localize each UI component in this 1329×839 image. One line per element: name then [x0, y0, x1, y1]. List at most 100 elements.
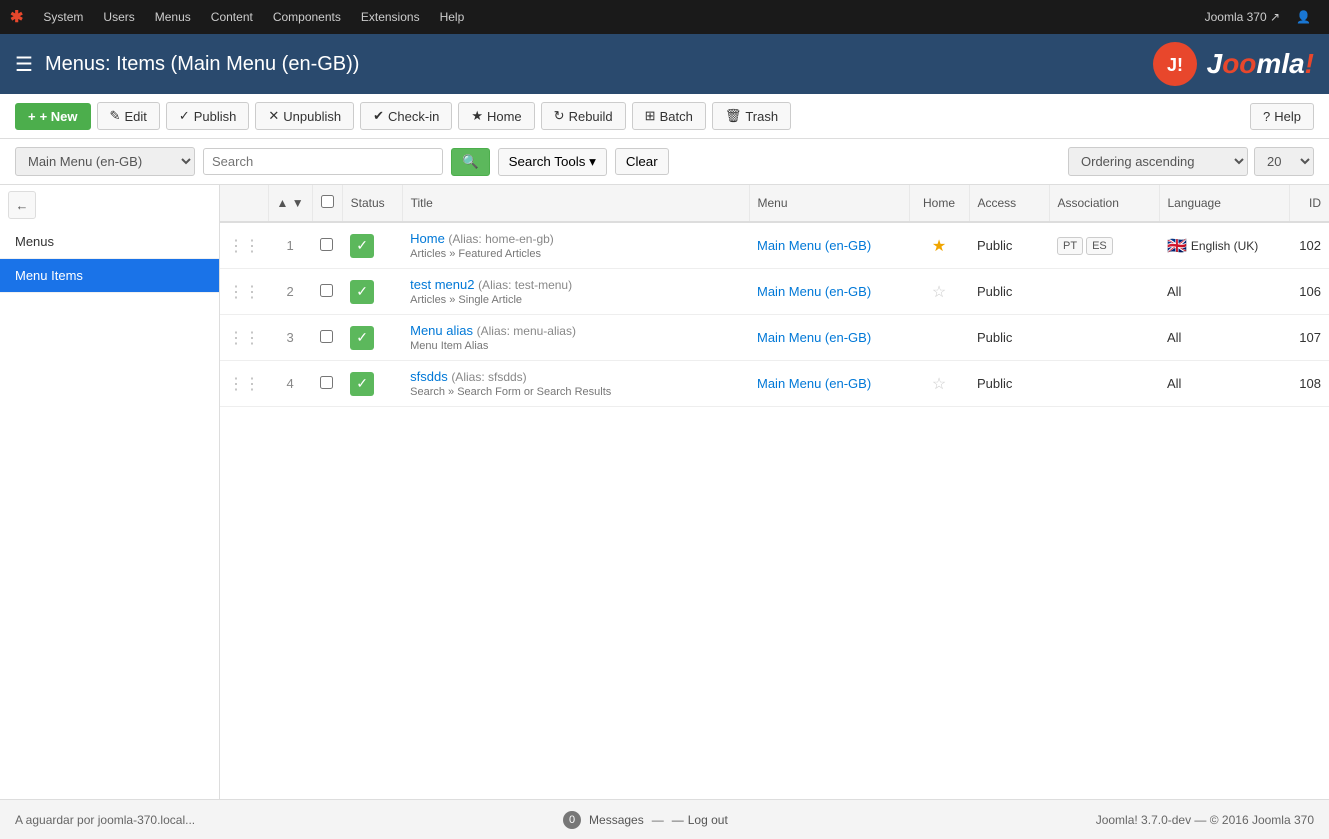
hamburger-menu[interactable]: ☰: [15, 52, 33, 77]
col-header-access[interactable]: Access: [969, 185, 1049, 222]
trash-button[interactable]: 🗑 Trash: [712, 102, 791, 130]
plus-icon: +: [28, 109, 36, 124]
home-star[interactable]: ☆: [932, 376, 946, 393]
new-button-label: + New: [40, 109, 78, 124]
home-star[interactable]: ☆: [932, 284, 946, 301]
filter-bar: Main Menu (en-GB) 🔍 Search Tools ▾ Clear…: [0, 139, 1329, 185]
search-input[interactable]: [203, 148, 443, 175]
language-display: All: [1167, 376, 1181, 391]
batch-button[interactable]: ⊞ Batch: [632, 102, 706, 130]
item-id: 107: [1299, 330, 1321, 345]
item-subtitle: Menu Item Alias: [410, 340, 741, 352]
order-select[interactable]: Ordering ascending Ordering descending T…: [1068, 147, 1248, 176]
nav-menus[interactable]: Menus: [147, 0, 199, 34]
unpublish-button[interactable]: ✕ Unpublish: [255, 102, 354, 130]
footer: A aguardar por joomla-370.local... 0 Mes…: [0, 799, 1329, 839]
row-checkbox[interactable]: [320, 238, 333, 251]
nav-system[interactable]: System: [35, 0, 91, 34]
publish-button[interactable]: ✓ Publish: [166, 102, 250, 130]
language-display: All: [1167, 284, 1181, 299]
menu-col-label: Menu: [758, 196, 788, 210]
search-button[interactable]: 🔍: [451, 148, 490, 176]
row-checkbox[interactable]: [320, 376, 333, 389]
col-header-status[interactable]: Status: [342, 185, 402, 222]
col-header-language[interactable]: Language: [1159, 185, 1289, 222]
status-indicator[interactable]: ✓: [350, 372, 374, 396]
col-header-sort[interactable]: ▲ ▼: [268, 185, 312, 222]
items-table: ▲ ▼ Status Title Menu: [220, 185, 1329, 407]
nav-components[interactable]: Components: [265, 0, 349, 34]
sort-down-icon: ▼: [292, 196, 304, 210]
checkin-icon: ✔: [373, 108, 384, 124]
joomla-brand-text: Joomla!: [1207, 48, 1314, 80]
access-col-label: Access: [978, 196, 1017, 210]
user-menu[interactable]: 👤: [1288, 0, 1319, 34]
drag-handle[interactable]: ⋮⋮: [228, 238, 260, 255]
drag-handle[interactable]: ⋮⋮: [228, 330, 260, 347]
search-icon: 🔍: [462, 154, 479, 169]
publish-label: Publish: [194, 109, 237, 124]
unpublish-icon: ✕: [268, 108, 279, 124]
col-header-title[interactable]: Title: [402, 185, 749, 222]
home-button[interactable]: ★ Home: [458, 102, 534, 130]
help-button[interactable]: ? Help: [1250, 103, 1314, 130]
row-checkbox[interactable]: [320, 284, 333, 297]
drag-handle[interactable]: ⋮⋮: [228, 376, 260, 393]
nav-extensions[interactable]: Extensions: [353, 0, 428, 34]
col-header-home: Home: [909, 185, 969, 222]
help-label: Help: [1274, 109, 1301, 124]
flag-icon: 🇬🇧: [1167, 236, 1187, 256]
logout-link[interactable]: — Log out: [672, 813, 728, 827]
col-header-check[interactable]: [312, 185, 342, 222]
language-display: All: [1167, 330, 1181, 345]
footer-right: Joomla! 3.7.0-dev — © 2016 Joomla 370: [1096, 813, 1314, 827]
item-title-link[interactable]: Menu alias (Alias: menu-alias): [410, 323, 576, 338]
nav-content[interactable]: Content: [203, 0, 261, 34]
col-header-id[interactable]: ID: [1289, 185, 1329, 222]
search-tools-button[interactable]: Search Tools ▾: [498, 148, 607, 176]
nav-users[interactable]: Users: [95, 0, 142, 34]
trash-label: Trash: [745, 109, 778, 124]
item-subtitle: Search » Search Form or Search Results: [410, 386, 741, 398]
status-indicator[interactable]: ✓: [350, 326, 374, 350]
messages-link[interactable]: Messages: [589, 813, 644, 827]
assoc-badge[interactable]: PT: [1057, 237, 1083, 255]
edit-button[interactable]: ✎ Edit: [97, 102, 160, 130]
table-body: ⋮⋮1✓ Home (Alias: home-en-gb) Articles »…: [220, 222, 1329, 407]
sort-order: 1: [286, 238, 293, 253]
menu-filter-select[interactable]: Main Menu (en-GB): [15, 147, 195, 176]
nav-help[interactable]: Help: [432, 0, 473, 34]
new-button[interactable]: + + New: [15, 103, 91, 130]
item-id: 106: [1299, 284, 1321, 299]
association-col-label: Association: [1058, 196, 1119, 210]
item-menu: Main Menu (en-GB): [757, 238, 871, 253]
sort-order: 4: [286, 376, 293, 391]
rebuild-button[interactable]: ↻ Rebuild: [541, 102, 626, 130]
col-header-menu[interactable]: Menu: [749, 185, 909, 222]
assoc-badge[interactable]: ES: [1086, 237, 1113, 255]
home-star-active[interactable]: ★: [932, 238, 946, 255]
clear-button[interactable]: Clear: [615, 148, 669, 175]
home-label: Home: [487, 109, 522, 124]
row-checkbox[interactable]: [320, 330, 333, 343]
perpage-select[interactable]: 5 10 15 20 25 50: [1254, 147, 1314, 176]
status-indicator[interactable]: ✓: [350, 234, 374, 258]
header-bar: ☰ Menus: Items (Main Menu (en-GB)) J! Jo…: [0, 34, 1329, 94]
assoc-badges: PTES: [1057, 237, 1151, 255]
back-button[interactable]: ←: [8, 191, 36, 219]
table-row: ⋮⋮1✓ Home (Alias: home-en-gb) Articles »…: [220, 222, 1329, 269]
sidebar-item-menu-items[interactable]: Menu Items: [0, 259, 219, 293]
drag-handle[interactable]: ⋮⋮: [228, 284, 260, 301]
col-header-association[interactable]: Association: [1049, 185, 1159, 222]
checkin-button[interactable]: ✔ Check-in: [360, 102, 452, 130]
back-icon: ←: [16, 198, 29, 213]
item-title-link[interactable]: Home (Alias: home-en-gb): [410, 231, 554, 246]
item-title-link[interactable]: test menu2 (Alias: test-menu): [410, 277, 572, 292]
item-id: 108: [1299, 376, 1321, 391]
batch-label: Batch: [660, 109, 693, 124]
select-all-checkbox[interactable]: [321, 195, 334, 208]
status-indicator[interactable]: ✓: [350, 280, 374, 304]
sort-order: 2: [286, 284, 293, 299]
sidebar-item-menus[interactable]: Menus: [0, 225, 219, 259]
item-title-link[interactable]: sfsdds (Alias: sfsdds): [410, 369, 527, 384]
